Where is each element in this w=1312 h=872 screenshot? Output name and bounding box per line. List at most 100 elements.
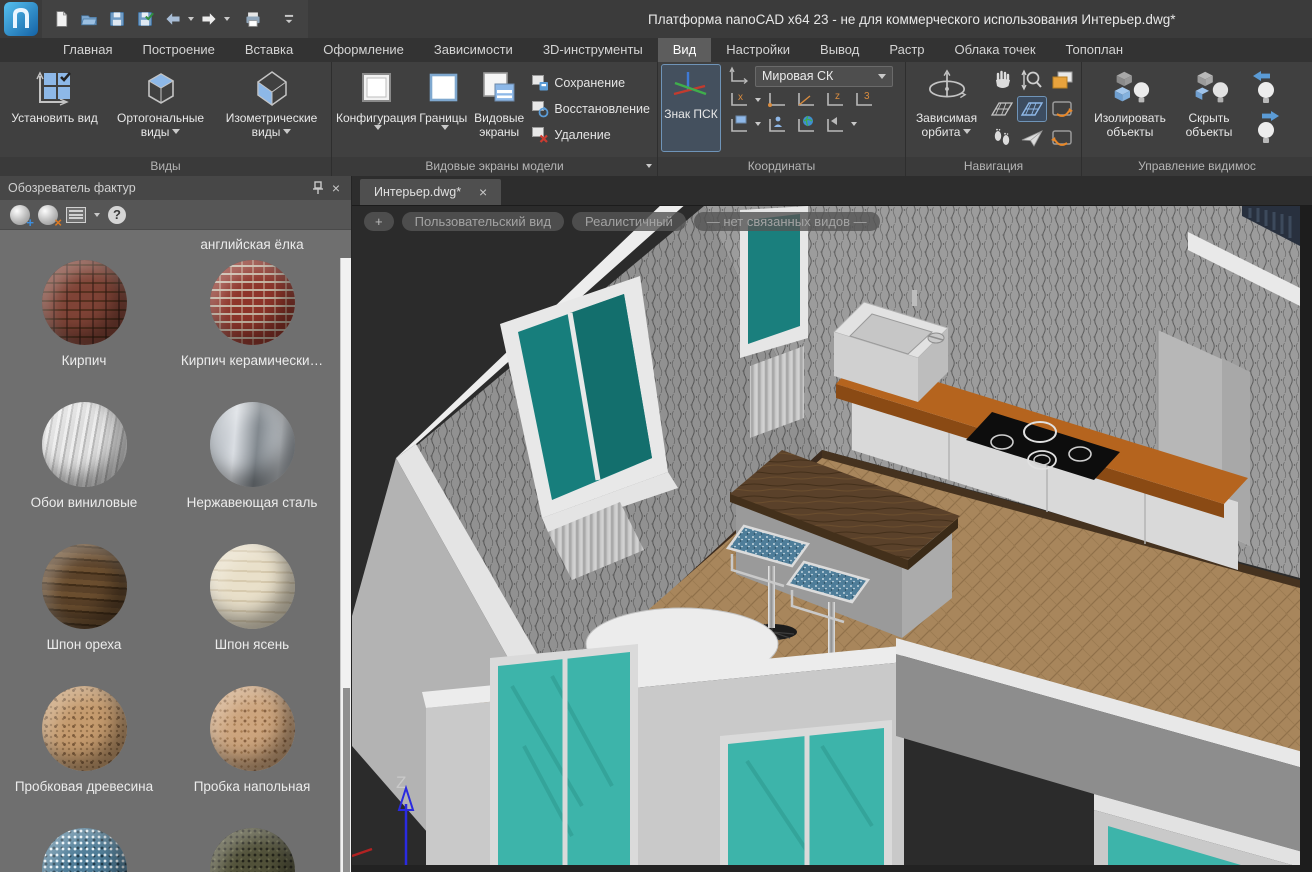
panel-views: Установить вид Ортогональные виды Изомет…: [0, 62, 332, 176]
ucs-view-icon[interactable]: [726, 113, 752, 135]
set-view-label: Установить вид: [11, 111, 97, 125]
isolate-objects-icon: [1109, 68, 1151, 108]
viewport-delete-button[interactable]: Удаление: [528, 125, 653, 145]
hide-objects-button[interactable]: Скрыть объекты: [1174, 65, 1244, 155]
ribbon: Установить вид Ортогональные виды Изомет…: [0, 62, 1312, 176]
undo-dropdown-icon[interactable]: [188, 17, 194, 21]
ribbon-tab-zavisimosti[interactable]: Зависимости: [419, 38, 528, 62]
list-item-walnut-veneer[interactable]: Шпон ореха: [4, 544, 164, 686]
ribbon-tab-nastroyki[interactable]: Настройки: [711, 38, 805, 62]
viewports-button[interactable]: Видовые экраны: [470, 65, 528, 155]
svg-text:x: x: [738, 92, 743, 103]
sheet-set-icon[interactable]: [1048, 68, 1076, 92]
ucs-view-dropdown-icon[interactable]: [755, 122, 761, 126]
ucs-object-dropdown-icon[interactable]: [755, 98, 761, 102]
list-item-stainless-steel[interactable]: Нержавеющая сталь: [172, 402, 332, 544]
restore-next-visibility-icon[interactable]: [1248, 109, 1284, 147]
ucs-sign-button[interactable]: Знак ПСК: [662, 65, 720, 151]
ortho-views-button[interactable]: Ортогональные виды: [105, 65, 216, 155]
viewport-restore-button[interactable]: Восстановление: [528, 99, 653, 119]
list-item[interactable]: [4, 828, 164, 872]
set-view-button[interactable]: Установить вид: [4, 65, 105, 155]
material-sphere: [42, 544, 127, 629]
ucs-previous-dropdown-icon[interactable]: [851, 122, 857, 126]
panel-expand-icon[interactable]: [646, 164, 652, 168]
show-view-icon[interactable]: [1048, 97, 1076, 121]
ribbon-tab-rastr[interactable]: Растр: [874, 38, 939, 62]
open-file-icon[interactable]: [76, 6, 102, 32]
ucs-angle-icon[interactable]: [793, 89, 819, 111]
pin-icon[interactable]: [309, 179, 327, 197]
document-tab[interactable]: Интерьер.dwg* ×: [360, 179, 501, 205]
ribbon-tab-glavnaya[interactable]: Главная: [48, 38, 127, 62]
plan-view-current-icon[interactable]: [1018, 97, 1046, 121]
dependent-orbit-button[interactable]: Зависимая орбита: [910, 65, 983, 155]
view-mode-icon[interactable]: [66, 207, 86, 223]
list-item-brick[interactable]: Кирпич: [4, 260, 164, 402]
viewport-config-button[interactable]: Конфигурация: [336, 65, 417, 155]
pan-hand-icon[interactable]: [988, 68, 1016, 92]
redo-icon[interactable]: [196, 6, 222, 32]
ribbon-tab-vyvod[interactable]: Вывод: [805, 38, 874, 62]
list-item-cork-wood[interactable]: Пробковая древесина: [4, 686, 164, 828]
help-icon[interactable]: ?: [108, 206, 126, 224]
iso-views-button[interactable]: Изометрические виды: [216, 65, 327, 155]
isolate-objects-button[interactable]: Изолировать объекты: [1086, 65, 1174, 155]
list-item-ceramic-brick[interactable]: Кирпич керамически…: [172, 260, 332, 402]
close-panel-icon[interactable]: ×: [327, 179, 345, 197]
ucs-object-align-icon[interactable]: [764, 113, 790, 135]
delete-material-icon[interactable]: ×: [38, 205, 58, 225]
ribbon-tab-3d-instrumenty[interactable]: 3D-инструменты: [528, 38, 658, 62]
model-viewport[interactable]: + Пользовательский вид Реалистичный — не…: [352, 206, 1312, 872]
list-item-ash-veneer[interactable]: Шпон ясень: [172, 544, 332, 686]
list-item[interactable]: [172, 828, 332, 872]
add-material-icon[interactable]: +: [10, 205, 30, 225]
close-document-icon[interactable]: ×: [475, 184, 491, 200]
show-motion-icon[interactable]: [1048, 126, 1076, 150]
plan-view-icon[interactable]: [988, 97, 1016, 121]
qat-more-icon[interactable]: [276, 6, 302, 32]
ucs-3point-icon[interactable]: 3: [851, 89, 877, 111]
new-file-icon[interactable]: [48, 6, 74, 32]
viewport-view-control[interactable]: Пользовательский вид: [402, 212, 564, 231]
list-item[interactable]: [4, 234, 164, 260]
ucs-axis-icon[interactable]: [726, 65, 752, 87]
coordinate-system-select[interactable]: Мировая СК: [755, 66, 893, 87]
nanocad-logo-icon[interactable]: [4, 2, 38, 36]
material-sphere: [42, 260, 127, 345]
ribbon-tab-vid[interactable]: Вид: [658, 38, 712, 62]
list-item-cork-floor[interactable]: Пробка напольная: [172, 686, 332, 828]
material-sphere: [42, 402, 127, 487]
viewport-visual-style-control[interactable]: Реалистичный: [572, 212, 686, 231]
print-icon[interactable]: [240, 6, 266, 32]
save-icon[interactable]: [104, 6, 130, 32]
viewport-linked-views-control[interactable]: — нет связанных видов —: [694, 212, 880, 231]
ribbon-tab-topoplan[interactable]: Топоплан: [1051, 38, 1138, 62]
ucs-previous-icon[interactable]: [822, 113, 848, 135]
viewport-config-dropdown-icon: [374, 125, 382, 130]
restore-previous-visibility-icon[interactable]: [1248, 69, 1284, 107]
list-item-english-herringbone[interactable]: английская ёлка: [172, 234, 332, 260]
viewport-borders-button[interactable]: Границы: [417, 65, 470, 155]
zoom-icon[interactable]: [1018, 68, 1046, 92]
iso-views-label: Изометрические виды: [226, 111, 318, 139]
ribbon-tab-postroenie[interactable]: Построение: [127, 38, 229, 62]
ucs-object-icon[interactable]: x: [726, 89, 752, 111]
viewport-add-control[interactable]: +: [364, 212, 394, 231]
view-mode-dropdown-icon[interactable]: [94, 213, 100, 217]
materials-scrollbar[interactable]: [340, 258, 351, 872]
redo-dropdown-icon[interactable]: [224, 17, 230, 21]
viewport-save-button[interactable]: Сохранение: [528, 73, 653, 93]
ribbon-tab-oblaka-tochek[interactable]: Облака точек: [940, 38, 1051, 62]
ucs-world-icon[interactable]: [793, 113, 819, 135]
ribbon-tab-oformlenie[interactable]: Оформление: [308, 38, 419, 62]
fly-icon[interactable]: [1018, 126, 1046, 150]
ribbon-tab-vstavka[interactable]: Вставка: [230, 38, 308, 62]
scrollbar-thumb[interactable]: [343, 688, 350, 872]
list-item-vinyl-wallpaper[interactable]: Обои виниловые: [4, 402, 164, 544]
save-as-icon[interactable]: [132, 6, 158, 32]
walk-icon[interactable]: [988, 126, 1016, 150]
ucs-z-axis-icon[interactable]: z: [822, 89, 848, 111]
ucs-origin-icon[interactable]: [764, 89, 790, 111]
undo-icon[interactable]: [160, 6, 186, 32]
